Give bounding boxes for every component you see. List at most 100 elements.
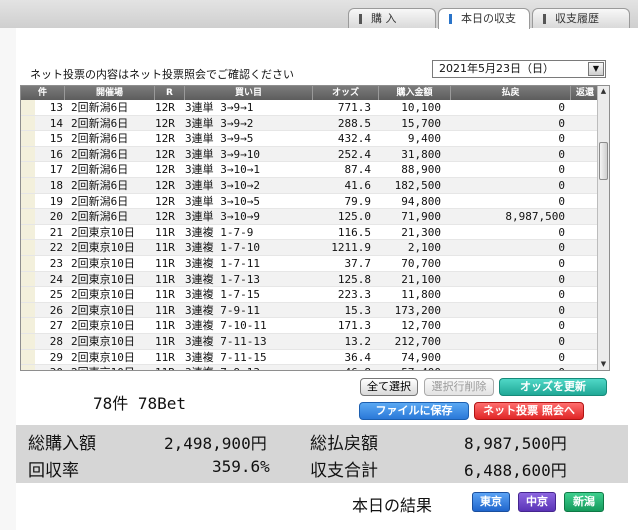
table-row[interactable]: 30 2回東京10日 11R 3連複 7-9-13 46.8 57,400 0 (21, 365, 599, 370)
save-file-button[interactable]: ファイルに保存 (359, 402, 469, 420)
cell-odds: 37.7 (344, 256, 372, 270)
cell-odds: 432.4 (337, 132, 371, 146)
cell-place: 2回東京10日 (71, 303, 135, 317)
delete-row-button[interactable]: 選択行削除 (424, 378, 494, 396)
cell-place: 2回新潟6日 (71, 116, 129, 130)
header-return: 返還 (575, 88, 594, 98)
cell-r: 11R (155, 334, 175, 348)
cell-bet: 3連複 1-7-10 (185, 241, 260, 255)
cell-amount: 71,900 (401, 210, 441, 224)
tab-today-balance[interactable]: 本日の収支 (438, 8, 530, 29)
date-select[interactable]: 2021年5月23日（日） ▼ (432, 60, 606, 78)
select-all-button[interactable]: 全て選択 (360, 378, 418, 396)
table-row[interactable]: 24 2回東京10日 11R 3連複 1-7-13 125.8 21,100 0 (21, 271, 599, 288)
cell-place: 2回新潟6日 (71, 194, 129, 208)
cell-amount: 12,700 (401, 319, 441, 333)
cell-amount: 88,900 (401, 163, 441, 177)
cell-odds: 171.3 (337, 319, 371, 333)
cell-r: 11R (155, 241, 175, 255)
table-row[interactable]: 16 2回新潟6日 12R 3連単 3→9→10 252.4 31,800 0 (21, 146, 599, 163)
result-chukyo-button[interactable]: 中京 (518, 492, 556, 512)
cell-odds: 41.6 (344, 178, 372, 192)
header-r: R (155, 86, 185, 100)
result-tokyo-button[interactable]: 東京 (472, 492, 510, 512)
cell-no: 26 (49, 303, 63, 317)
tab-purchase[interactable]: 購 入 (348, 8, 436, 28)
table-row[interactable]: 18 2回新潟6日 12R 3連単 3→10→2 41.6 182,500 0 (21, 177, 599, 194)
cell-refund: 0 (558, 194, 565, 208)
cell-no: 16 (49, 147, 63, 161)
cell-odds: 46.8 (311, 365, 372, 370)
cell-amount: 74,900 (401, 350, 441, 364)
table-row[interactable]: 21 2回東京10日 11R 3連複 1-7-9 116.5 21,300 0 (21, 224, 599, 241)
cell-odds: 288.5 (337, 116, 371, 130)
cell-no: 18 (49, 178, 63, 192)
cell-amount: 9,400 (407, 132, 441, 146)
result-niigata-button[interactable]: 新潟 (564, 492, 604, 512)
balance-label: 収支合計 (310, 461, 378, 481)
cell-bet: 3連複 7-9-13 (185, 365, 260, 370)
cell-r: 11R (155, 256, 175, 270)
cell-bet: 3連複 1-7-11 (185, 256, 260, 270)
balance-value: 6,488,600円 (464, 461, 567, 480)
cell-place: 2回東京10日 (71, 272, 135, 286)
cell-odds: 36.4 (344, 350, 372, 364)
header-bet: 買い目 (185, 86, 313, 100)
vertical-scrollbar[interactable]: ▲ ▼ (597, 86, 609, 370)
table-row[interactable]: 14 2回新潟6日 12R 3連単 3→9→2 288.5 15,700 0 (21, 115, 599, 132)
cell-bet: 3連単 3→9→2 (185, 116, 254, 130)
cell-r: 12R (155, 178, 175, 192)
cell-amount: 57,400 (381, 365, 441, 370)
cell-refund: 0 (558, 256, 565, 270)
bet-count: 78件 78Bet (93, 394, 187, 413)
table-row[interactable]: 20 2回新潟6日 12R 3連単 3→10→9 125.0 71,900 8,987,50… (21, 209, 599, 225)
cell-amount: 70,700 (401, 256, 441, 270)
table-row[interactable]: 19 2回新潟6日 12R 3連単 3→10→5 79.9 94,800 0 (21, 193, 599, 210)
cell-no: 15 (49, 132, 63, 146)
table-row[interactable]: 29 2回東京10日 11R 3連複 7-11-15 36.4 74,900 0 (21, 349, 599, 366)
header-amount: 購入金額 (379, 86, 451, 100)
cell-bet: 3連単 3→9→1 (185, 101, 254, 114)
table-row[interactable]: 17 2回新潟6日 12R 3連単 3→10→1 87.4 88,900 0 (21, 162, 599, 178)
cell-no: 21 (49, 225, 63, 239)
table-row[interactable]: 26 2回東京10日 11R 3連複 7-9-11 15.3 173,200 0 (21, 302, 599, 319)
cell-r: 11R (155, 225, 175, 239)
cell-amount: 21,100 (401, 272, 441, 286)
chevron-down-icon[interactable]: ▼ (588, 62, 604, 76)
cell-no: 13 (49, 101, 63, 114)
cell-refund: 0 (558, 178, 565, 192)
cell-bet: 3連単 3→10→5 (185, 194, 260, 208)
cell-odds: 252.4 (337, 147, 371, 161)
cell-amount: 15,700 (401, 116, 441, 130)
table-row[interactable]: 23 2回東京10日 11R 3連複 1-7-11 37.7 70,700 0 (21, 255, 599, 272)
cell-no: 24 (49, 272, 63, 286)
table-row[interactable]: 25 2回東京10日 11R 3連複 1-7-15 223.3 11,800 0 (21, 287, 599, 303)
cell-refund: 0 (558, 272, 565, 286)
cell-no: 29 (49, 350, 63, 364)
table-row[interactable]: 13 2回新潟6日 12R 3連単 3→9→1 771.3 10,100 0 (21, 100, 599, 116)
cell-refund: 0 (481, 365, 565, 370)
cell-no: 27 (49, 319, 63, 333)
scroll-thumb[interactable] (599, 142, 608, 180)
cell-bet: 3連単 3→9→5 (185, 132, 254, 146)
table-row[interactable]: 15 2回新潟6日 12R 3連単 3→9→5 432.4 9,400 0 (21, 131, 599, 147)
scroll-up-icon[interactable]: ▲ (598, 86, 609, 97)
cell-amount: 10,100 (401, 101, 441, 114)
net-inquiry-button[interactable]: ネット投票 照会へ (474, 402, 584, 420)
cell-place: 2回新潟6日 (71, 132, 129, 146)
table-header: 件 開催場 R 買い目 オッズ 購入金額 払戻 返還 (21, 86, 599, 100)
table-row[interactable]: 27 2回東京10日 11R 3連複 7-10-11 171.3 12,700 0 (21, 318, 599, 334)
cell-odds: 79.9 (344, 194, 372, 208)
cell-place: 2回新潟6日 (71, 210, 129, 224)
cell-bet: 3連複 7-9-11 (185, 303, 260, 317)
cell-amount: 31,800 (401, 147, 441, 161)
update-odds-button[interactable]: オッズを更新 (499, 378, 607, 396)
tab-balance-history[interactable]: 収支履歴 (532, 8, 630, 28)
scroll-down-icon[interactable]: ▼ (598, 359, 609, 370)
recovery-rate-value: 359.6% (212, 457, 270, 476)
table-row[interactable]: 22 2回東京10日 11R 3連複 1-7-10 1211.9 2,100 0 (21, 240, 599, 256)
table-row[interactable]: 28 2回東京10日 11R 3連複 7-11-13 13.2 212,700 0 (21, 333, 599, 350)
cell-place: 2回東京10日 (71, 350, 135, 364)
cell-bet: 3連単 3→10→2 (185, 178, 260, 192)
today-results-label: 本日の結果 (352, 496, 433, 515)
